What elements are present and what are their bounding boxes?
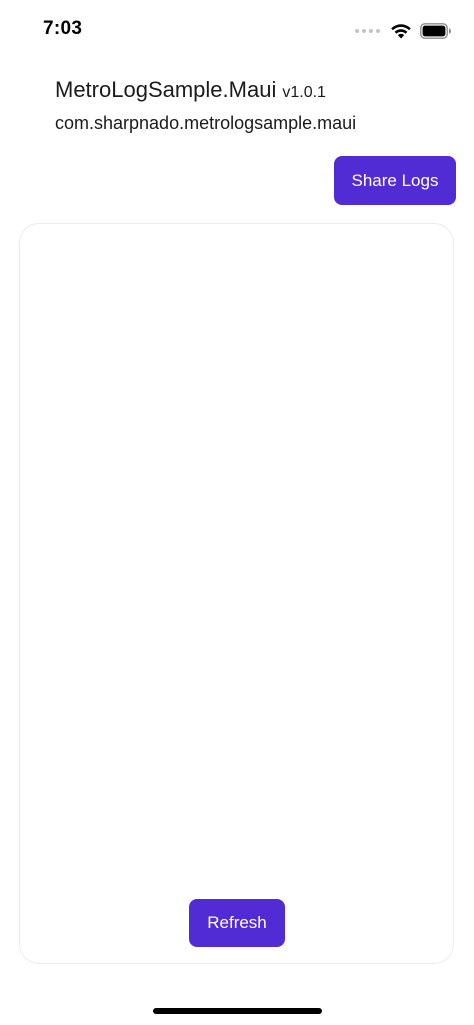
refresh-button[interactable]: Refresh	[189, 899, 285, 947]
app-version: v1.0.1	[282, 84, 326, 101]
wifi-icon	[391, 24, 411, 39]
status-time: 7:03	[43, 18, 83, 39]
log-content	[32, 236, 441, 883]
package-name: com.sharpnado.metrologsample.maui	[55, 113, 357, 133]
status-bar: 7:03	[0, 0, 474, 60]
log-panel[interactable]	[19, 223, 454, 964]
signal-dots-icon	[355, 29, 380, 33]
title-line: MetroLogSample.Maui v1.0.1	[55, 77, 455, 103]
battery-icon	[420, 23, 451, 39]
app-header: MetroLogSample.Maui v1.0.1 com.sharpnado…	[55, 77, 455, 134]
home-indicator[interactable]	[153, 1008, 322, 1014]
share-logs-button[interactable]: Share Logs	[334, 156, 456, 205]
status-icons	[355, 20, 452, 42]
app-title: MetroLogSample.Maui	[55, 77, 277, 102]
